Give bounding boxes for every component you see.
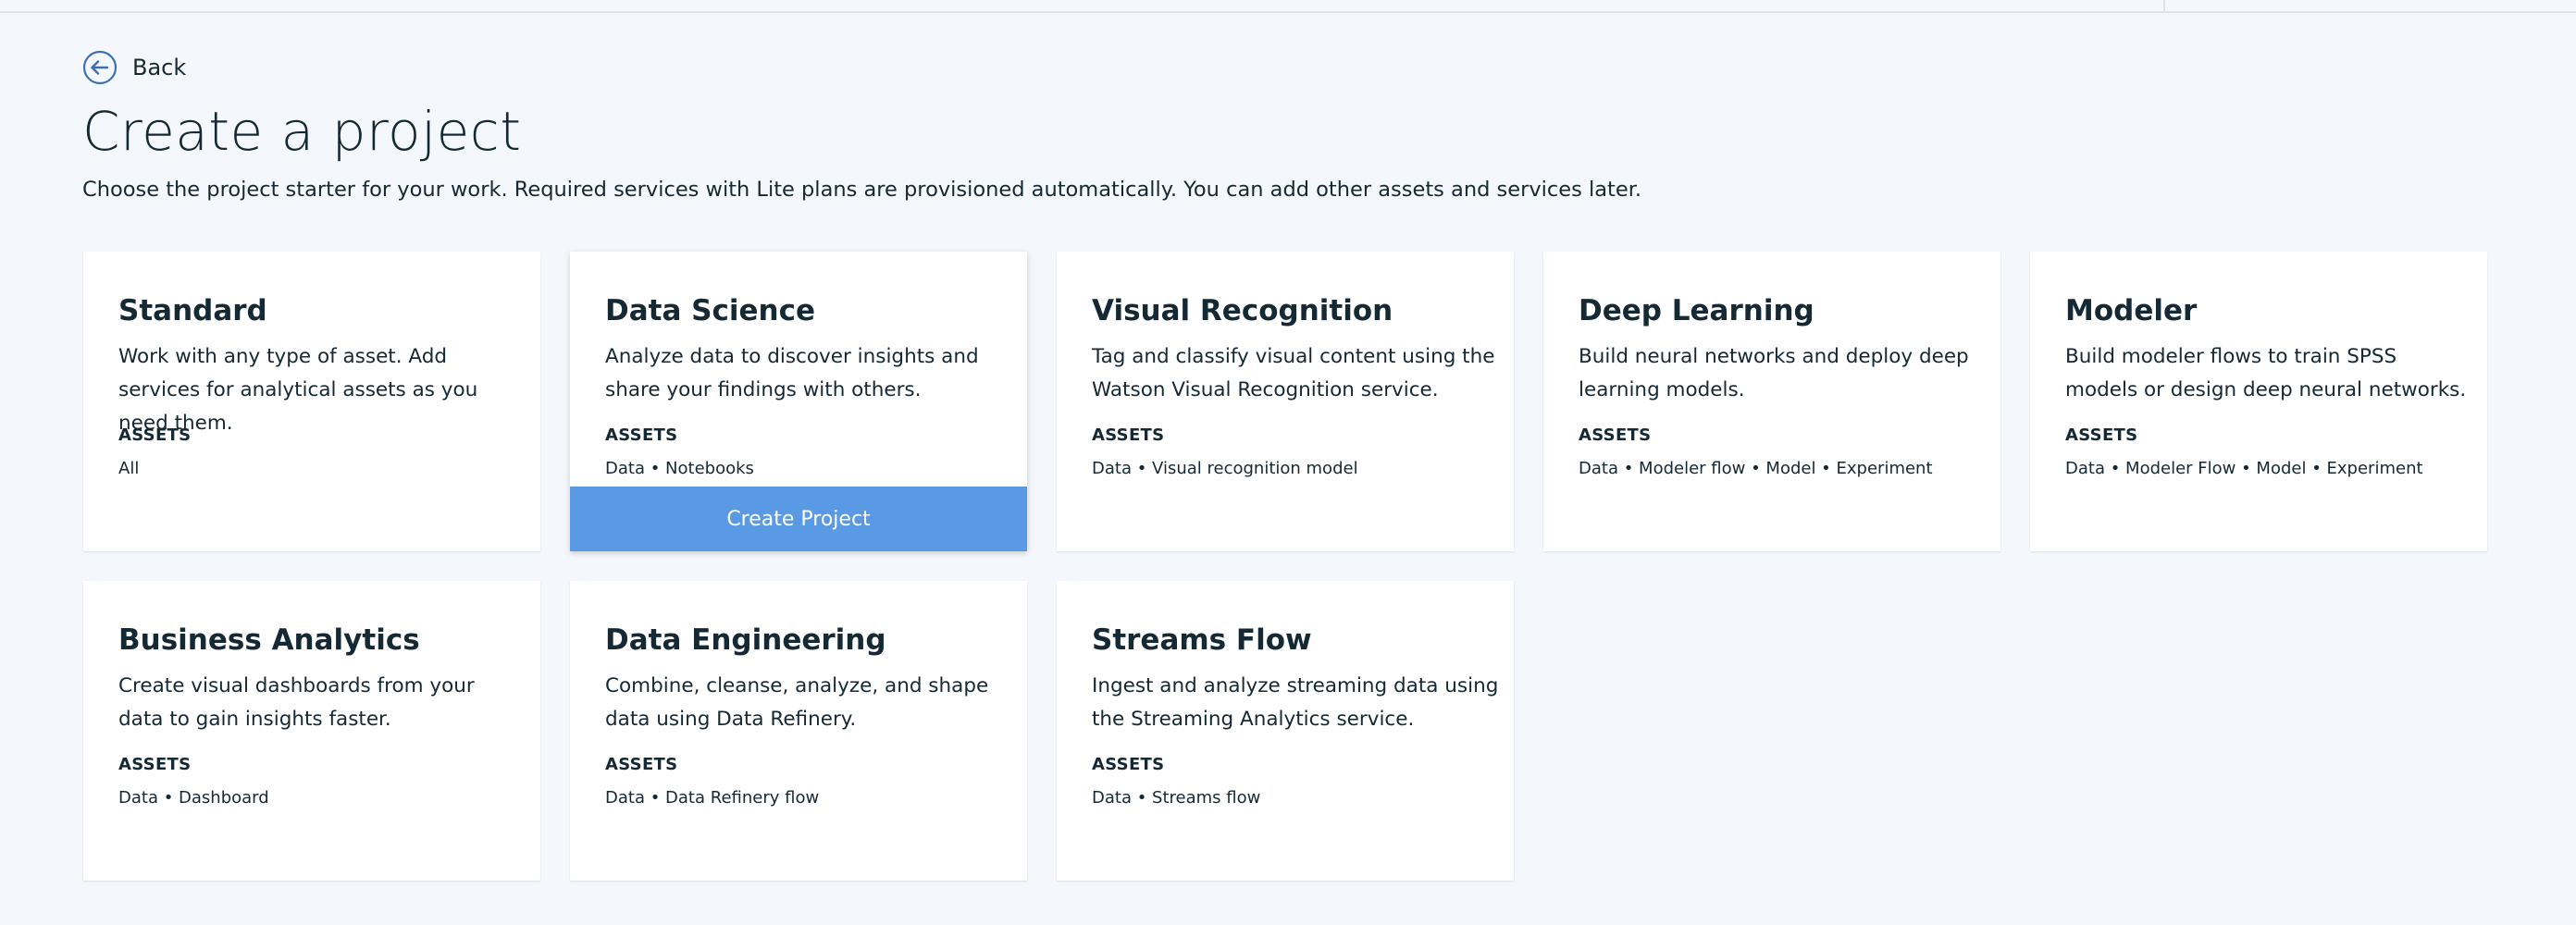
card-assets-label: ASSETS [1092, 755, 1165, 774]
page-title: Create a project [82, 100, 522, 163]
card-title: Streams Flow [1092, 623, 1312, 657]
card-assets: Data • Dashboard [118, 788, 269, 808]
card-description: Analyze data to discover insights and sh… [605, 345, 979, 401]
project-card-data-engineering[interactable]: Data Engineering Combine, cleanse, analy… [570, 581, 1027, 881]
card-assets-label: ASSETS [1092, 426, 1165, 445]
card-assets: Data • Data Refinery flow [605, 788, 820, 808]
card-assets: Data • Notebooks [605, 459, 754, 478]
card-assets: Data • Modeler flow • Model • Experiment [1579, 459, 1933, 478]
arrow-left-circle-icon[interactable] [82, 50, 118, 85]
card-title: Business Analytics [118, 623, 420, 657]
card-assets-label: ASSETS [1579, 426, 1652, 445]
card-description: Build neural networks and deploy deep le… [1579, 345, 1969, 401]
card-assets-label: ASSETS [605, 755, 678, 774]
top-divider-tick [2163, 0, 2165, 11]
card-assets: Data • Visual recognition model [1092, 459, 1358, 478]
card-assets-label: ASSETS [118, 755, 192, 774]
card-assets: All [118, 459, 140, 478]
card-description: Combine, cleanse, analyze, and shape dat… [605, 674, 989, 731]
card-assets-label: ASSETS [118, 426, 192, 445]
page-description: Choose the project starter for your work… [82, 178, 1642, 202]
project-card-data-science[interactable]: Data Science Analyze data to discover in… [570, 252, 1027, 551]
project-card-streams-flow[interactable]: Streams Flow Ingest and analyze streamin… [1057, 581, 1514, 881]
card-assets-label: ASSETS [605, 426, 678, 445]
project-card-modeler[interactable]: Modeler Build modeler flows to train SPS… [2030, 252, 2487, 551]
card-description: Build modeler flows to train SPSS models… [2065, 345, 2467, 401]
project-card-deep-learning[interactable]: Deep Learning Build neural networks and … [1543, 252, 2000, 551]
project-card-visual-recognition[interactable]: Visual Recognition Tag and classify visu… [1057, 252, 1514, 551]
card-assets: Data • Streams flow [1092, 788, 1261, 808]
card-title: Visual Recognition [1092, 294, 1393, 327]
back-label[interactable]: Back [132, 55, 186, 80]
card-description: Ingest and analyze streaming data using … [1092, 674, 1499, 731]
card-title: Deep Learning [1579, 294, 1814, 327]
card-title: Standard [118, 294, 267, 327]
card-assets: Data • Modeler Flow • Model • Experiment [2065, 459, 2423, 478]
card-description: Tag and classify visual content using th… [1092, 345, 1495, 401]
card-assets-label: ASSETS [2065, 426, 2138, 445]
card-title: Data Engineering [605, 623, 886, 657]
card-title: Modeler [2065, 294, 2198, 327]
card-title: Data Science [605, 294, 816, 327]
project-card-standard[interactable]: Standard Work with any type of asset. Ad… [83, 252, 540, 551]
top-divider [0, 11, 2576, 13]
card-description: Create visual dashboards from your data … [118, 674, 475, 731]
create-project-button[interactable]: Create Project [570, 487, 1027, 551]
project-card-business-analytics[interactable]: Business Analytics Create visual dashboa… [83, 581, 540, 881]
back-link[interactable]: Back [82, 50, 186, 85]
